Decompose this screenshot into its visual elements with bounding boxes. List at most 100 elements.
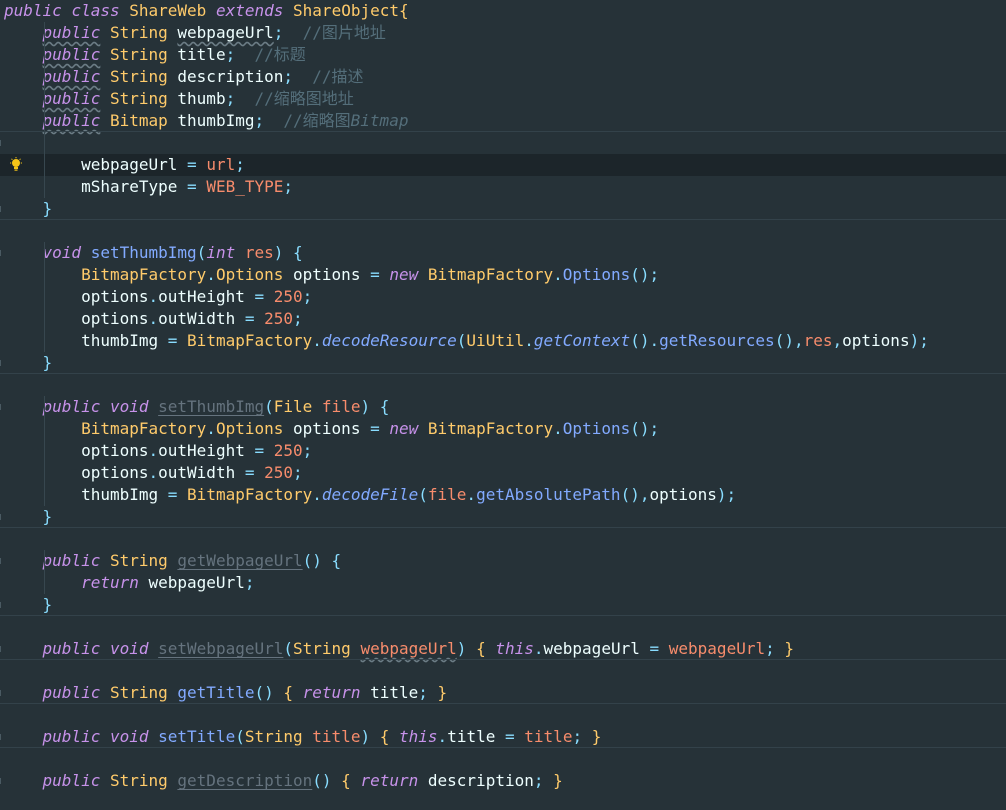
code-line[interactable]: }: [0, 352, 1006, 374]
fold-marker[interactable]: [0, 404, 4, 410]
parameter: res: [803, 331, 833, 350]
method-name: decodeResource: [321, 331, 457, 350]
code-line[interactable]: }: [0, 506, 1006, 528]
type: File: [273, 397, 313, 416]
code-line[interactable]: void setThumbImg(int res) {: [0, 242, 1006, 264]
code-line[interactable]: return webpageUrl;: [0, 572, 1006, 594]
comment: //描述: [312, 67, 364, 86]
type: BitmapFactory: [81, 419, 207, 438]
type: BitmapFactory: [427, 419, 554, 438]
code-line[interactable]: public ShareWeb(String url) {: [0, 132, 1006, 174]
code-line[interactable]: options.outHeight = 250;: [0, 440, 1006, 462]
code-line[interactable]: public String getWebpageUrl() {: [0, 550, 1006, 572]
type: Bitmap: [109, 111, 168, 130]
fold-marker[interactable]: [0, 602, 4, 608]
variable: options: [81, 309, 149, 328]
keyword: public: [42, 397, 101, 416]
code-line[interactable]: public String title; //标题: [0, 44, 1006, 66]
code-line[interactable]: public void setTitle(String title) { thi…: [0, 726, 1006, 748]
keyword: this: [495, 639, 534, 658]
keyword: new: [389, 419, 419, 438]
number: 250: [264, 463, 294, 482]
code-editor[interactable]: public class ShareWeb extends ShareObjec…: [0, 0, 1006, 810]
fold-marker[interactable]: [0, 514, 4, 520]
code-line[interactable]: mShareType = WEB_TYPE;: [0, 176, 1006, 198]
fold-marker[interactable]: [0, 690, 4, 696]
code-line[interactable]: thumbImg = BitmapFactory.decodeFile(file…: [0, 484, 1006, 506]
variable: options: [649, 485, 717, 504]
type: String: [293, 639, 351, 658]
method-name: Options: [562, 419, 631, 438]
code-line-current[interactable]: webpageUrl = url;: [0, 154, 1006, 176]
code-line[interactable]: public void setWebpageUrl(String webpage…: [0, 638, 1006, 660]
fold-marker[interactable]: [0, 250, 4, 256]
fold-marker[interactable]: [0, 778, 4, 784]
code-line[interactable]: BitmapFactory.Options options = new Bitm…: [0, 418, 1006, 440]
field-name: thumbImg: [81, 331, 159, 350]
comment: //缩略图地址: [254, 89, 354, 108]
field-name: outWidth: [158, 309, 236, 328]
keyword: public: [42, 727, 101, 746]
field-name: webpageUrl: [543, 639, 640, 658]
code-line[interactable]: [0, 704, 1006, 726]
code-line[interactable]: public String getDescription() { return …: [0, 770, 1006, 792]
keyword: this: [399, 727, 438, 746]
fold-marker[interactable]: [0, 734, 4, 740]
method-name: setTitle: [158, 727, 236, 746]
code-line[interactable]: options.outWidth = 250;: [0, 308, 1006, 330]
code-line[interactable]: public String webpageUrl; //图片地址: [0, 22, 1006, 44]
code-line[interactable]: [0, 616, 1006, 638]
field-name: mShareType: [81, 177, 178, 196]
field-name: title: [447, 727, 496, 746]
type: BitmapFactory: [187, 331, 313, 350]
comment: //图片地址: [302, 23, 386, 42]
keyword: public: [42, 111, 101, 130]
code-line[interactable]: options.outWidth = 250;: [0, 462, 1006, 484]
code-line[interactable]: public String description; //描述: [0, 66, 1006, 88]
parameter: webpageUrl: [360, 639, 457, 658]
parameter: res: [244, 243, 274, 262]
fold-marker[interactable]: [0, 558, 4, 564]
code-line[interactable]: [0, 220, 1006, 242]
fold-marker[interactable]: [0, 360, 4, 366]
method-name: decodeFile: [321, 485, 419, 504]
type: Options: [215, 419, 284, 438]
type: String: [109, 89, 168, 108]
variable: options: [81, 287, 149, 306]
code-line[interactable]: BitmapFactory.Options options = new Bitm…: [0, 264, 1006, 286]
fold-marker[interactable]: [0, 140, 4, 146]
keyword: void: [109, 639, 149, 658]
code-line[interactable]: public class ShareWeb extends ShareObjec…: [0, 0, 1006, 22]
field-name: title: [370, 683, 419, 702]
method-name: setThumbImg: [158, 397, 265, 416]
type: String: [109, 23, 168, 42]
method-name: getWebpageUrl: [177, 551, 303, 570]
code-line[interactable]: [0, 748, 1006, 770]
type: UiUtil: [466, 331, 525, 350]
code-line[interactable]: public void setThumbImg(File file) {: [0, 396, 1006, 418]
keyword: extends: [215, 1, 284, 20]
code-line[interactable]: options.outHeight = 250;: [0, 286, 1006, 308]
fold-marker[interactable]: [0, 206, 4, 212]
code-line[interactable]: [0, 374, 1006, 396]
type: BitmapFactory: [427, 265, 554, 284]
keyword: public: [42, 771, 101, 790]
code-line[interactable]: [0, 528, 1006, 550]
code-line[interactable]: [0, 660, 1006, 682]
method-name: getContext: [533, 331, 631, 350]
field-name: description: [427, 771, 534, 790]
number: 250: [273, 441, 303, 460]
comment: Bitmap: [350, 111, 409, 130]
code-line[interactable]: public Bitmap thumbImg; //缩略图Bitmap: [0, 110, 1006, 132]
code-line[interactable]: thumbImg = BitmapFactory.decodeResource(…: [0, 330, 1006, 352]
type: String: [109, 771, 168, 790]
keyword: public: [42, 551, 101, 570]
code-line[interactable]: }: [0, 594, 1006, 616]
fold-marker[interactable]: [0, 646, 4, 652]
field-name: outWidth: [158, 463, 236, 482]
code-line[interactable]: public String thumb; //缩略图地址: [0, 88, 1006, 110]
keyword: new: [389, 265, 419, 284]
code-line[interactable]: public String getTitle() { return title;…: [0, 682, 1006, 704]
code-line[interactable]: }: [0, 198, 1006, 220]
lightbulb-icon[interactable]: [9, 157, 23, 173]
